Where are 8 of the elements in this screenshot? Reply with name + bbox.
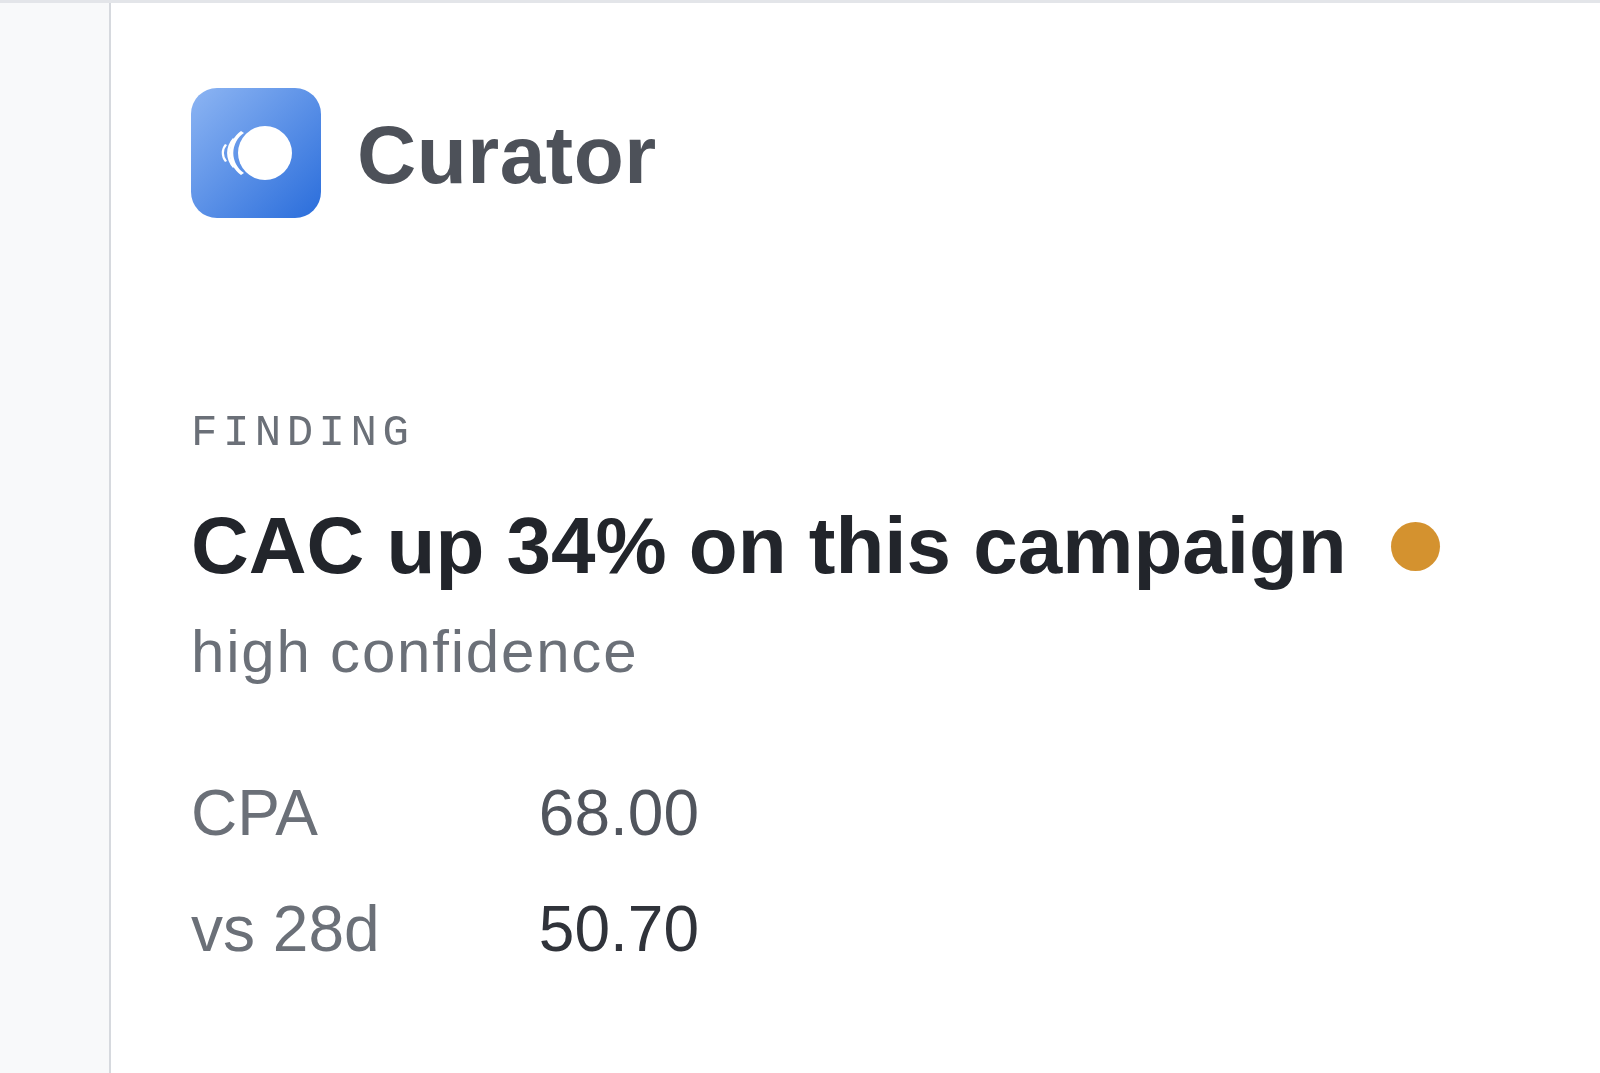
brand-name: Curator: [357, 110, 657, 196]
section-label: FINDING: [191, 411, 415, 455]
metric-value: 68.00: [538, 781, 699, 845]
confidence-text: high confidence: [191, 622, 639, 682]
logo-icon: [191, 88, 321, 218]
metric-label: vs 28d: [191, 897, 380, 961]
metric-value: 50.70: [538, 897, 699, 961]
metric-label: CPA: [191, 781, 318, 845]
